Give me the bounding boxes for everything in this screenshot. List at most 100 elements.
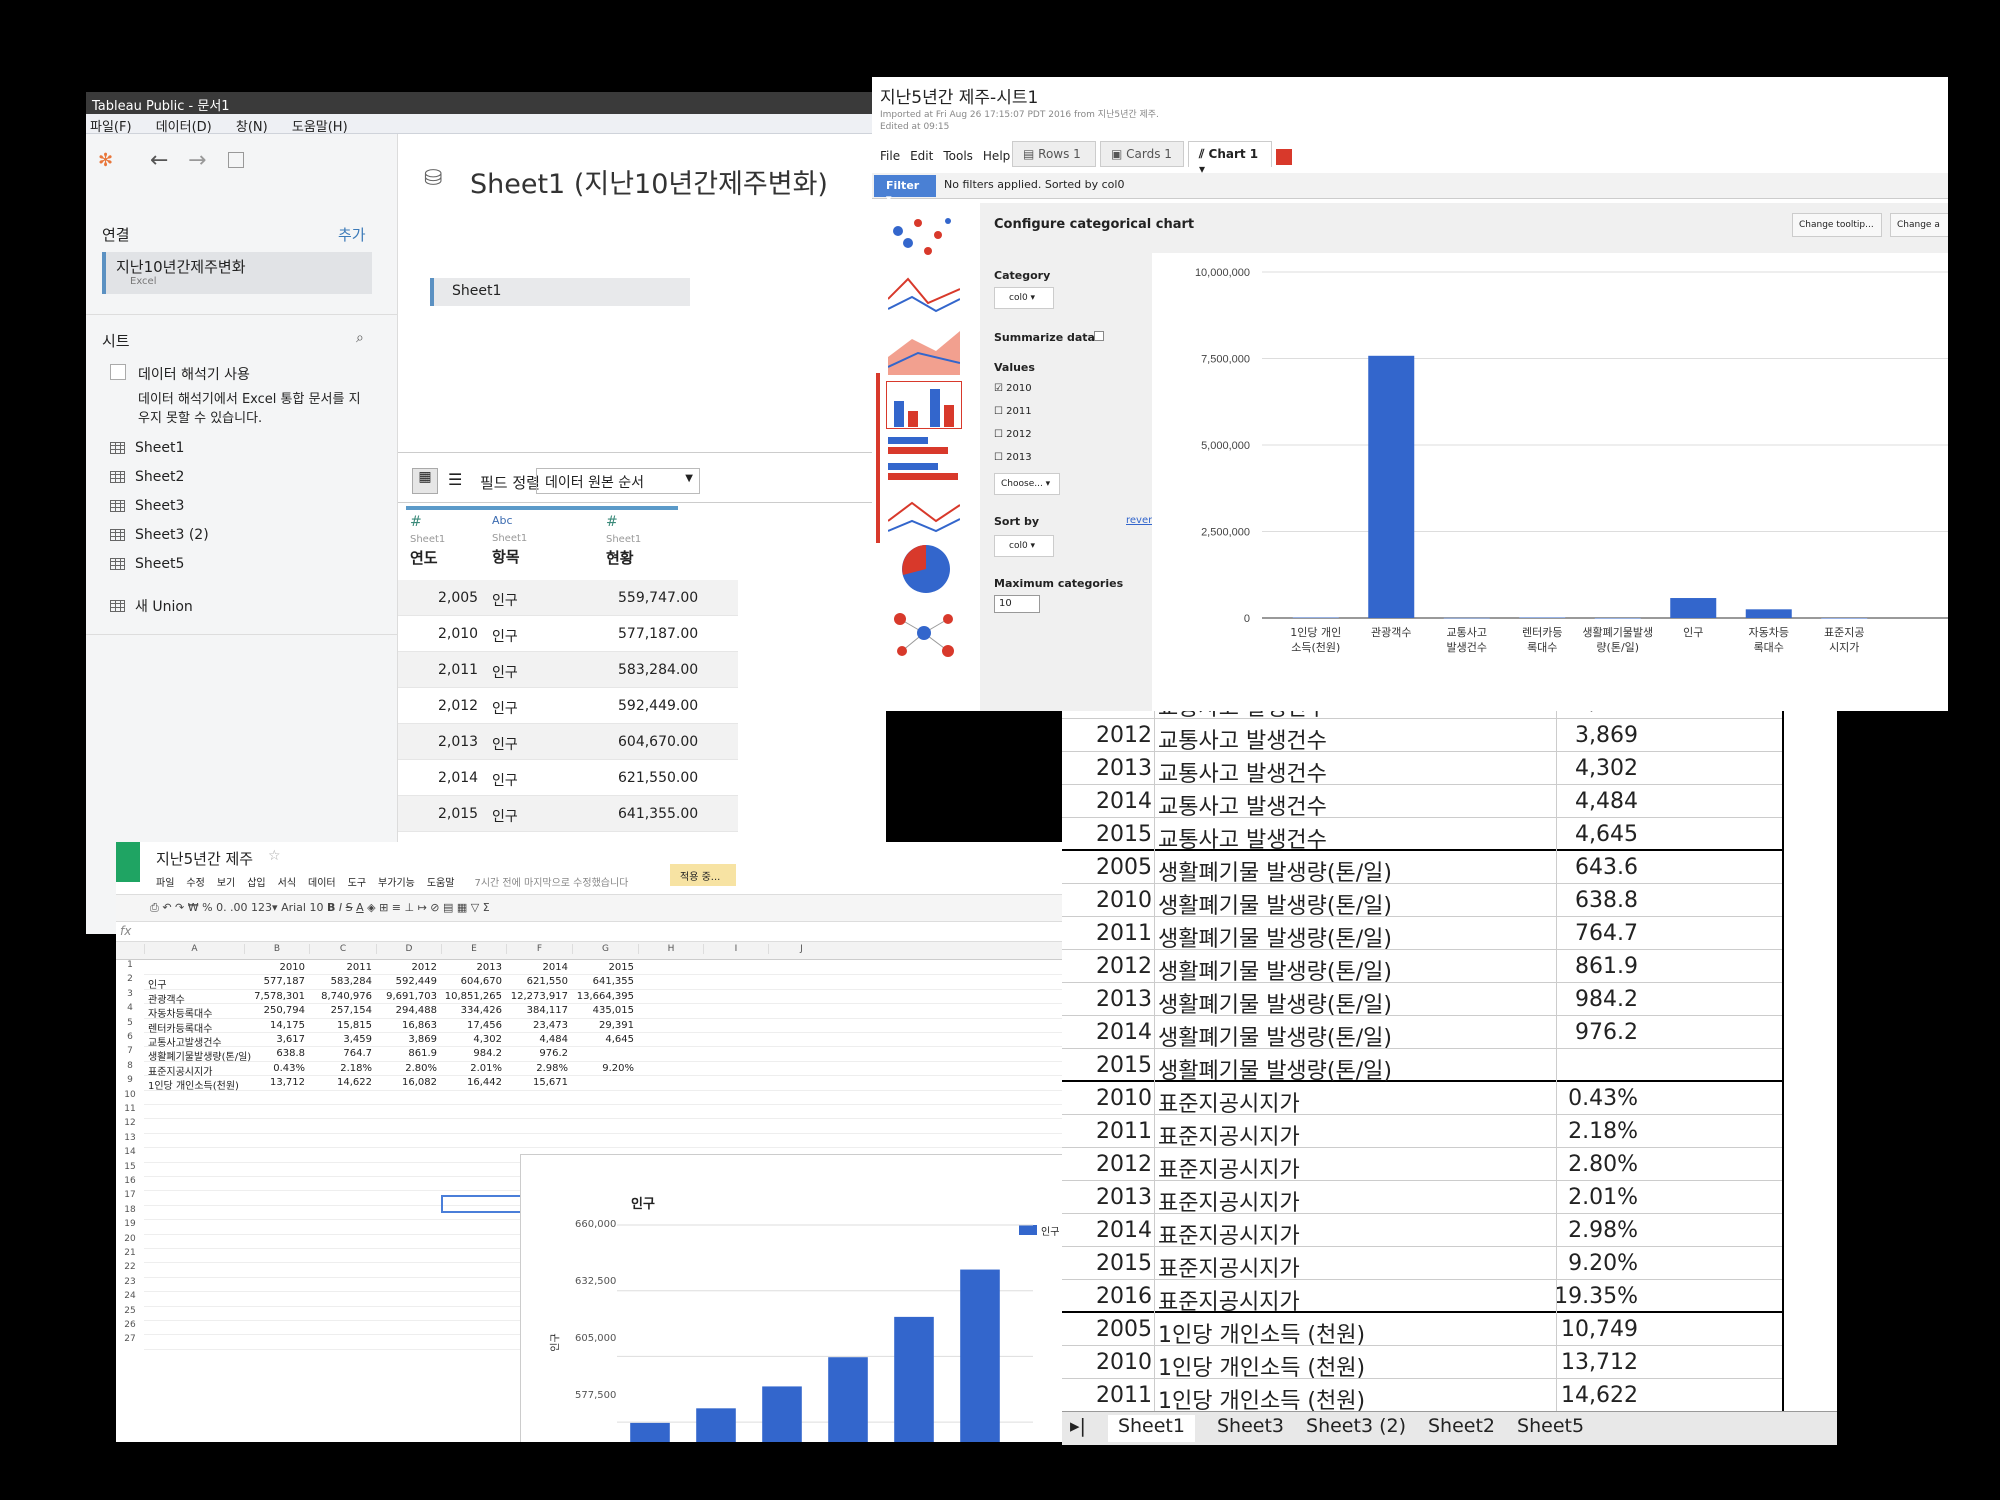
bar[interactable]: [828, 1357, 868, 1442]
font-size-select[interactable]: 10: [309, 901, 323, 914]
category-select[interactable]: col0 ▾: [994, 287, 1054, 309]
datasource-icon[interactable]: ⛁: [424, 166, 442, 191]
cell[interactable]: 19.35%: [1554, 1284, 1638, 1309]
cell[interactable]: 생활폐기물 발생량(톤/일): [1158, 855, 1392, 887]
list-view-icon[interactable]: ☰: [448, 470, 462, 489]
cell[interactable]: 10,749: [1561, 1317, 1638, 1342]
cell[interactable]: 604,670: [441, 976, 502, 987]
value-checkbox-2010[interactable]: ☑ 2010: [994, 383, 1032, 394]
sheet-tab[interactable]: Sheet5: [1517, 1415, 1584, 1442]
strike-button[interactable]: S: [346, 901, 353, 914]
row-number[interactable]: 27: [116, 1334, 144, 1344]
cell[interactable]: 생활폐기물 발생량(톤/일): [1158, 1053, 1392, 1085]
cell[interactable]: 250,794: [244, 1005, 305, 1016]
row-number[interactable]: 18: [116, 1205, 144, 1215]
cell[interactable]: 12,273,917: [506, 991, 568, 1002]
bar[interactable]: [1368, 355, 1415, 618]
cell[interactable]: 15,815: [309, 1020, 372, 1031]
cell[interactable]: 4,484: [506, 1034, 568, 1045]
bar[interactable]: [1443, 617, 1490, 619]
cell[interactable]: 641,355: [572, 976, 634, 987]
cell[interactable]: 861.9: [1575, 954, 1638, 979]
column-header[interactable]: C: [309, 944, 376, 954]
cell[interactable]: 0.43%: [1568, 1086, 1638, 1111]
row-number[interactable]: 12: [116, 1118, 144, 1128]
column-header[interactable]: Abc Sheet1 항목: [492, 514, 602, 570]
cell[interactable]: 984.2: [441, 1048, 502, 1059]
value-checkbox-2012[interactable]: ☐ 2012: [994, 429, 1032, 440]
cell[interactable]: 2013: [1096, 1185, 1152, 1210]
cell[interactable]: 976.2: [1575, 1020, 1638, 1045]
cell[interactable]: 10,851,265: [441, 991, 502, 1002]
font-select[interactable]: Arial: [281, 901, 306, 914]
cell[interactable]: 4,302: [1575, 756, 1638, 781]
cell[interactable]: 2011: [1096, 1119, 1152, 1144]
multi-line-icon[interactable]: [888, 491, 960, 541]
bar[interactable]: [960, 1269, 1000, 1442]
cell[interactable]: 2013: [1096, 756, 1152, 781]
cell[interactable]: 2015: [1096, 1053, 1152, 1078]
cell[interactable]: 592,449: [376, 976, 437, 987]
cell[interactable]: 621,550: [506, 976, 568, 987]
sheet-tab[interactable]: Sheet2: [1428, 1415, 1495, 1442]
cell[interactable]: 764.7: [1575, 921, 1638, 946]
menu-window[interactable]: 창(N): [236, 120, 268, 135]
cell[interactable]: 384,117: [506, 1005, 568, 1016]
scatter-chart-icon[interactable]: [888, 211, 960, 267]
cell[interactable]: 984.2: [1575, 987, 1638, 1012]
cell[interactable]: 2.18%: [1568, 1119, 1638, 1144]
back-arrow-icon[interactable]: ←: [150, 148, 168, 173]
column-header[interactable]: A: [144, 944, 244, 954]
bar[interactable]: [1594, 617, 1641, 619]
cell[interactable]: 1인당 개인소득 (천원): [1158, 1317, 1365, 1349]
sheet-item[interactable]: Sheet3: [110, 498, 184, 514]
column-header[interactable]: # Sheet1 연도: [410, 514, 486, 570]
text-color-button[interactable]: A: [356, 901, 364, 914]
row-number[interactable]: 23: [116, 1277, 144, 1287]
cell[interactable]: 표준지공시지가: [1158, 1152, 1300, 1184]
bold-button[interactable]: B: [327, 901, 335, 914]
cell[interactable]: 2.98%: [506, 1063, 568, 1074]
cell[interactable]: 435,015: [572, 1005, 634, 1016]
cell[interactable]: 2015: [1096, 1251, 1152, 1276]
cell[interactable]: 교통사고발생건수: [148, 1034, 222, 1049]
cell[interactable]: 표준지공시지가: [1158, 1119, 1300, 1151]
row-number[interactable]: 14: [116, 1147, 144, 1157]
bar[interactable]: [1670, 598, 1717, 618]
cell[interactable]: 861.9: [376, 1048, 437, 1059]
column-header[interactable]: J: [768, 944, 834, 954]
sheet-item[interactable]: Sheet5: [110, 556, 184, 572]
cell[interactable]: 표준지공시지가: [1158, 1086, 1300, 1118]
cell[interactable]: 3,869: [1575, 723, 1638, 748]
tab-chart[interactable]: ⫽ Chart 1 ▾: [1188, 141, 1272, 176]
row-number[interactable]: 13: [116, 1133, 144, 1143]
row-number[interactable]: 7: [116, 1046, 144, 1056]
cell[interactable]: 교통사고 발생건수: [1158, 789, 1327, 821]
sheet-item[interactable]: Sheet2: [110, 469, 184, 485]
italic-button[interactable]: I: [339, 901, 342, 914]
pie-chart-icon[interactable]: [900, 543, 952, 595]
cell[interactable]: 2011: [1096, 921, 1152, 946]
cell[interactable]: 9.20%: [572, 1063, 634, 1074]
cell[interactable]: 2015: [572, 962, 634, 973]
row-number[interactable]: 25: [116, 1306, 144, 1316]
column-header[interactable]: D: [376, 944, 441, 954]
menu-data[interactable]: 데이터(D): [156, 120, 212, 135]
horizontal-bar-icon[interactable]: [888, 433, 960, 489]
cell[interactable]: 2013: [441, 962, 502, 973]
cell[interactable]: 15,671: [506, 1077, 568, 1088]
cell[interactable]: 생활폐기물 발생량(톤/일): [1158, 1020, 1392, 1052]
filter-button[interactable]: Filter ▾: [874, 175, 936, 205]
cell[interactable]: 14,622: [1561, 1383, 1638, 1408]
cell[interactable]: 764.7: [309, 1048, 372, 1059]
bar[interactable]: [1745, 609, 1792, 618]
column-header[interactable]: I: [703, 944, 768, 954]
cell[interactable]: 976.2: [506, 1048, 568, 1059]
cell[interactable]: 2010: [1096, 1350, 1152, 1375]
bar[interactable]: [1292, 617, 1339, 619]
column-header[interactable]: F: [506, 944, 572, 954]
cell[interactable]: 2012: [1096, 1152, 1152, 1177]
row-number[interactable]: 21: [116, 1248, 144, 1258]
row-number[interactable]: 15: [116, 1162, 144, 1172]
row-number[interactable]: 2: [116, 974, 144, 984]
